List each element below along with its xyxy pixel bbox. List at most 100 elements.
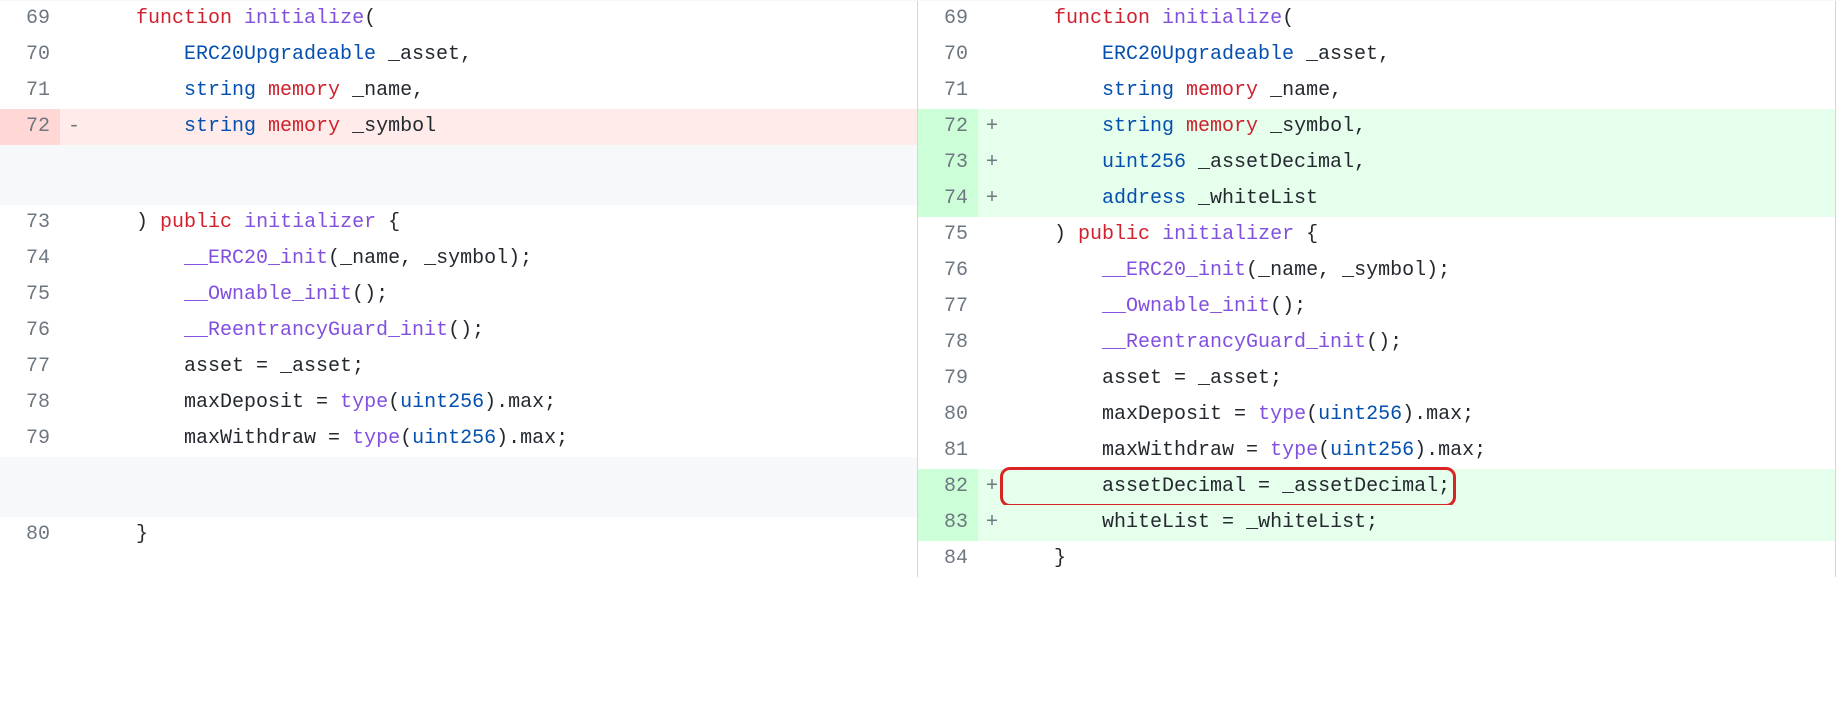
- diff-row[interactable]: 82+ assetDecimal = _assetDecimal;: [918, 469, 1835, 505]
- diff-row[interactable]: 75 ) public initializer {: [918, 217, 1835, 253]
- code-content[interactable]: assetDecimal = _assetDecimal;: [1006, 469, 1835, 505]
- diff-marker: [978, 73, 1006, 109]
- line-number[interactable]: [0, 457, 60, 487]
- diff-row[interactable]: 72+ string memory _symbol,: [918, 109, 1835, 145]
- diff-row[interactable]: 79 maxWithdraw = type(uint256).max;: [0, 421, 917, 457]
- diff-row[interactable]: 78 maxDeposit = type(uint256).max;: [0, 385, 917, 421]
- line-number[interactable]: 77: [0, 349, 60, 385]
- diff-row[interactable]: 76 __ERC20_init(_name, _symbol);: [918, 253, 1835, 289]
- code-content[interactable]: uint256 _assetDecimal,: [1006, 145, 1835, 181]
- code-content[interactable]: ) public initializer {: [88, 205, 917, 241]
- diff-row[interactable]: [0, 487, 917, 517]
- diff-marker: [978, 325, 1006, 361]
- line-number[interactable]: 79: [0, 421, 60, 457]
- diff-row[interactable]: 84 }: [918, 541, 1835, 577]
- diff-row[interactable]: 80 }: [0, 517, 917, 553]
- line-number[interactable]: 72: [918, 109, 978, 145]
- code-content[interactable]: __ReentrancyGuard_init();: [1006, 325, 1835, 361]
- line-number[interactable]: 84: [918, 541, 978, 577]
- diff-row[interactable]: 69 function initialize(: [0, 1, 917, 37]
- line-number[interactable]: 73: [918, 145, 978, 181]
- code-content[interactable]: maxDeposit = type(uint256).max;: [88, 385, 917, 421]
- diff-row[interactable]: 69 function initialize(: [918, 1, 1835, 37]
- diff-row[interactable]: 79 asset = _asset;: [918, 361, 1835, 397]
- line-number[interactable]: 76: [0, 313, 60, 349]
- line-number[interactable]: 75: [918, 217, 978, 253]
- line-number[interactable]: 80: [918, 397, 978, 433]
- code-content[interactable]: ERC20Upgradeable _asset,: [1006, 37, 1835, 73]
- code-content[interactable]: address _whiteList: [1006, 181, 1835, 217]
- diff-row[interactable]: 74+ address _whiteList: [918, 181, 1835, 217]
- code-content[interactable]: ERC20Upgradeable _asset,: [88, 37, 917, 73]
- code-content[interactable]: maxWithdraw = type(uint256).max;: [1006, 433, 1835, 469]
- line-number[interactable]: 74: [0, 241, 60, 277]
- line-number[interactable]: 69: [918, 1, 978, 37]
- code-content[interactable]: __ERC20_init(_name, _symbol);: [1006, 253, 1835, 289]
- code-content[interactable]: string memory _name,: [88, 73, 917, 109]
- code-content[interactable]: function initialize(: [88, 1, 917, 37]
- diff-row[interactable]: 78 __ReentrancyGuard_init();: [918, 325, 1835, 361]
- diff-row[interactable]: 83+ whiteList = _whiteList;: [918, 505, 1835, 541]
- line-number[interactable]: 79: [918, 361, 978, 397]
- line-number[interactable]: 74: [918, 181, 978, 217]
- line-number[interactable]: 76: [918, 253, 978, 289]
- code-content[interactable]: [88, 487, 917, 517]
- code-content[interactable]: function initialize(: [1006, 1, 1835, 37]
- line-number[interactable]: 78: [0, 385, 60, 421]
- diff-row[interactable]: 71 string memory _name,: [0, 73, 917, 109]
- code-content[interactable]: ) public initializer {: [1006, 217, 1835, 253]
- diff-row[interactable]: 76 __ReentrancyGuard_init();: [0, 313, 917, 349]
- code-content[interactable]: __Ownable_init();: [1006, 289, 1835, 325]
- code-content[interactable]: __Ownable_init();: [88, 277, 917, 313]
- diff-row[interactable]: 71 string memory _name,: [918, 73, 1835, 109]
- line-number[interactable]: 70: [918, 37, 978, 73]
- diff-row[interactable]: 80 maxDeposit = type(uint256).max;: [918, 397, 1835, 433]
- code-content[interactable]: [88, 175, 917, 205]
- code-content[interactable]: asset = _asset;: [1006, 361, 1835, 397]
- code-content[interactable]: asset = _asset;: [88, 349, 917, 385]
- line-number[interactable]: [0, 145, 60, 175]
- code-content[interactable]: [88, 145, 917, 175]
- code-content[interactable]: whiteList = _whiteList;: [1006, 505, 1835, 541]
- line-number[interactable]: 71: [0, 73, 60, 109]
- diff-row[interactable]: 73 ) public initializer {: [0, 205, 917, 241]
- line-number[interactable]: [0, 175, 60, 205]
- diff-row[interactable]: [0, 457, 917, 487]
- code-content[interactable]: }: [1006, 541, 1835, 577]
- line-number[interactable]: [0, 487, 60, 517]
- line-number[interactable]: 77: [918, 289, 978, 325]
- code-content[interactable]: }: [88, 517, 917, 553]
- code-content[interactable]: string memory _name,: [1006, 73, 1835, 109]
- code-content[interactable]: __ERC20_init(_name, _symbol);: [88, 241, 917, 277]
- diff-row[interactable]: [0, 175, 917, 205]
- diff-row[interactable]: 73+ uint256 _assetDecimal,: [918, 145, 1835, 181]
- diff-row[interactable]: 77 asset = _asset;: [0, 349, 917, 385]
- diff-row[interactable]: [0, 145, 917, 175]
- line-number[interactable]: 75: [0, 277, 60, 313]
- diff-row[interactable]: 77 __Ownable_init();: [918, 289, 1835, 325]
- diff-row[interactable]: 70 ERC20Upgradeable _asset,: [918, 37, 1835, 73]
- diff-row[interactable]: 74 __ERC20_init(_name, _symbol);: [0, 241, 917, 277]
- line-number[interactable]: 72: [0, 109, 60, 145]
- line-number[interactable]: 80: [0, 517, 60, 553]
- code-content[interactable]: maxDeposit = type(uint256).max;: [1006, 397, 1835, 433]
- code-content[interactable]: maxWithdraw = type(uint256).max;: [88, 421, 917, 457]
- line-number[interactable]: 83: [918, 505, 978, 541]
- line-number[interactable]: 71: [918, 73, 978, 109]
- diff-marker: [978, 397, 1006, 433]
- code-content[interactable]: string memory _symbol,: [1006, 109, 1835, 145]
- code-content[interactable]: [88, 457, 917, 487]
- line-number[interactable]: 69: [0, 1, 60, 37]
- diff-row[interactable]: 72- string memory _symbol: [0, 109, 917, 145]
- diff-row[interactable]: 70 ERC20Upgradeable _asset,: [0, 37, 917, 73]
- code-content[interactable]: __ReentrancyGuard_init();: [88, 313, 917, 349]
- line-number[interactable]: 78: [918, 325, 978, 361]
- diff-row[interactable]: 75 __Ownable_init();: [0, 277, 917, 313]
- code-content[interactable]: string memory _symbol: [88, 109, 917, 145]
- diff-marker: [978, 37, 1006, 73]
- diff-row[interactable]: 81 maxWithdraw = type(uint256).max;: [918, 433, 1835, 469]
- line-number[interactable]: 82: [918, 469, 978, 505]
- line-number[interactable]: 81: [918, 433, 978, 469]
- line-number[interactable]: 73: [0, 205, 60, 241]
- line-number[interactable]: 70: [0, 37, 60, 73]
